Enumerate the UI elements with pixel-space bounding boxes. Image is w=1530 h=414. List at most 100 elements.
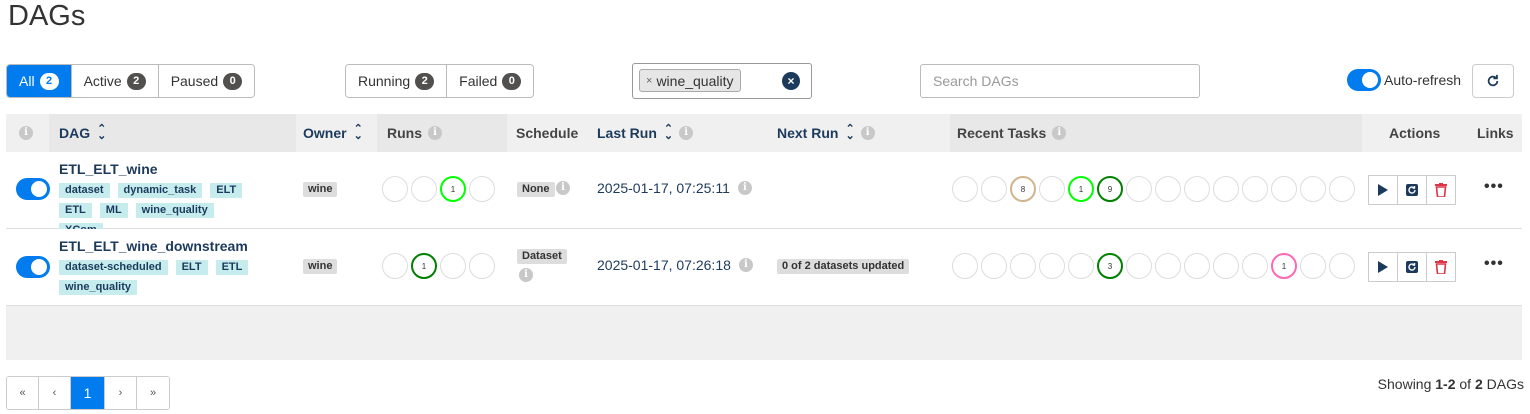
dag-link[interactable]: ETL_ELT_wine: [59, 161, 158, 177]
table-header: i DAG ⌃ ⌄ Owner ⌃ ⌄ Runs i Schedule Last R…: [6, 114, 1522, 152]
task-state-circle[interactable]: [1155, 253, 1181, 279]
task-state-circle[interactable]: [1068, 253, 1094, 279]
task-state-circle[interactable]: [1184, 176, 1210, 202]
task-state-circle[interactable]: [1271, 176, 1297, 202]
dag-tag[interactable]: ETL: [215, 260, 249, 275]
task-state-circle[interactable]: [1329, 253, 1355, 279]
showing-mid: of: [1455, 376, 1475, 392]
run-state-circle[interactable]: [382, 253, 408, 279]
run-state-circle[interactable]: [411, 176, 437, 202]
task-state-circle[interactable]: [1213, 253, 1239, 279]
task-state-circle[interactable]: [1300, 253, 1326, 279]
run-state-circle-running[interactable]: 1: [440, 176, 466, 202]
trigger-dag-button[interactable]: [1368, 175, 1398, 205]
info-icon: i: [428, 126, 442, 140]
last-run-value: 2025-01-17, 07:25:11: [597, 180, 730, 196]
task-state-circle[interactable]: [1039, 176, 1065, 202]
filter-all-label: All: [19, 73, 35, 89]
task-state-circle[interactable]: [1329, 176, 1355, 202]
task-state-circle[interactable]: [1126, 176, 1152, 202]
auto-refresh-toggle[interactable]: [1347, 69, 1381, 91]
task-state-circle[interactable]: [1242, 176, 1268, 202]
filter-running-button[interactable]: Running 2: [346, 65, 448, 97]
refresh-button[interactable]: [1472, 64, 1514, 98]
header-owner-label: Owner: [303, 125, 347, 141]
clear-filter-icon[interactable]: ×: [782, 72, 800, 90]
task-state-circle[interactable]: [1184, 253, 1210, 279]
filter-active-label: Active: [83, 73, 122, 89]
prev-page-button[interactable]: ‹: [39, 377, 71, 409]
header-last-run[interactable]: Last Run ⌃ ⌄ i: [597, 114, 694, 152]
task-state-circle[interactable]: [1300, 176, 1326, 202]
more-links-icon[interactable]: •••: [1484, 178, 1504, 196]
last-page-button[interactable]: »: [137, 377, 169, 409]
dag-tag[interactable]: dynamic_task: [117, 183, 203, 198]
task-state-circle-success[interactable]: 3: [1097, 253, 1123, 279]
next-page-button[interactable]: ›: [105, 377, 137, 409]
showing-suffix: DAGs: [1482, 376, 1524, 392]
task-state-circle[interactable]: [1039, 253, 1065, 279]
delete-dag-button[interactable]: [1426, 175, 1456, 205]
pagination: « ‹ 1 › »: [6, 376, 170, 410]
task-state-circle-up-for-retry[interactable]: 1: [1271, 253, 1297, 279]
task-state-circle[interactable]: [952, 176, 978, 202]
auto-refresh-label: Auto-refresh: [1384, 72, 1462, 88]
last-run-link[interactable]: 2025-01-17, 07:25:11 i: [597, 180, 752, 196]
task-state-circle[interactable]: [1155, 176, 1181, 202]
info-icon: i: [860, 126, 875, 140]
task-state-circle[interactable]: [952, 253, 978, 279]
dag-tag[interactable]: ML: [99, 203, 128, 218]
more-links-icon[interactable]: •••: [1484, 255, 1504, 273]
task-state-circle[interactable]: [981, 176, 1007, 202]
run-state-circle[interactable]: [469, 176, 495, 202]
pause-toggle[interactable]: [16, 178, 50, 200]
search-input[interactable]: Search DAGs: [920, 64, 1200, 98]
dag-link[interactable]: ETL_ELT_wine_downstream: [59, 238, 248, 254]
filter-active-button[interactable]: Active 2: [71, 65, 159, 97]
first-page-button[interactable]: «: [7, 377, 39, 409]
run-state-circle-success[interactable]: 1: [411, 253, 437, 279]
task-state-circle[interactable]: [1010, 253, 1036, 279]
owner-badge[interactable]: wine: [303, 259, 338, 274]
dag-tag[interactable]: ETL: [59, 203, 92, 218]
filter-failed-button[interactable]: Failed 0: [447, 65, 534, 97]
run-state-circle[interactable]: [440, 253, 466, 279]
task-state-circle[interactable]: [1242, 253, 1268, 279]
pause-toggle[interactable]: [16, 256, 50, 278]
dag-tag[interactable]: dataset: [59, 183, 110, 198]
trigger-dag-button[interactable]: [1368, 252, 1398, 282]
dag-tag[interactable]: ELT: [175, 260, 208, 275]
refresh-icon: [1487, 74, 1499, 87]
last-run-link[interactable]: 2025-01-17, 07:26:18 i: [597, 257, 753, 273]
next-run-datasets-badge[interactable]: 0 of 2 datasets updated: [777, 259, 910, 274]
schedule-badge: None: [517, 182, 555, 197]
dag-tag[interactable]: wine_quality: [135, 203, 214, 218]
dag-tag[interactable]: dataset-scheduled: [59, 260, 168, 275]
header-next-run-label: Next Run: [777, 125, 839, 141]
task-state-circle-upstream-failed[interactable]: 8: [1010, 176, 1036, 202]
header-owner[interactable]: Owner ⌃ ⌄: [303, 114, 363, 152]
delete-dag-button[interactable]: [1426, 252, 1456, 282]
dag-tag[interactable]: ELT: [210, 183, 243, 198]
filter-all-button[interactable]: All 2: [7, 65, 72, 97]
run-state-circle[interactable]: [382, 176, 408, 202]
task-state-circle[interactable]: [1213, 176, 1239, 202]
header-actions-label: Actions: [1389, 125, 1441, 141]
task-state-circle-running[interactable]: 1: [1068, 176, 1094, 202]
tag-filter-select[interactable]: × wine_quality ×: [632, 63, 812, 99]
header-dag[interactable]: DAG ⌃ ⌄: [49, 114, 296, 152]
current-page-button[interactable]: 1: [71, 377, 105, 409]
task-state-circle[interactable]: [981, 253, 1007, 279]
dag-tag[interactable]: wine_quality: [59, 280, 138, 295]
clear-dag-button[interactable]: [1397, 252, 1427, 282]
header-next-run[interactable]: Next Run ⌃ ⌄ i: [777, 114, 875, 152]
task-state-circle-success[interactable]: 9: [1097, 176, 1123, 202]
filter-paused-button[interactable]: Paused 0: [158, 65, 255, 97]
schedule-badge[interactable]: Dataset: [517, 249, 567, 264]
owner-badge[interactable]: wine: [303, 182, 338, 197]
task-state-circle[interactable]: [1126, 253, 1152, 279]
clear-dag-button[interactable]: [1397, 175, 1427, 205]
remove-tag-icon[interactable]: ×: [646, 75, 652, 87]
header-runs: Runs i: [377, 114, 507, 152]
run-state-circle[interactable]: [469, 253, 495, 279]
